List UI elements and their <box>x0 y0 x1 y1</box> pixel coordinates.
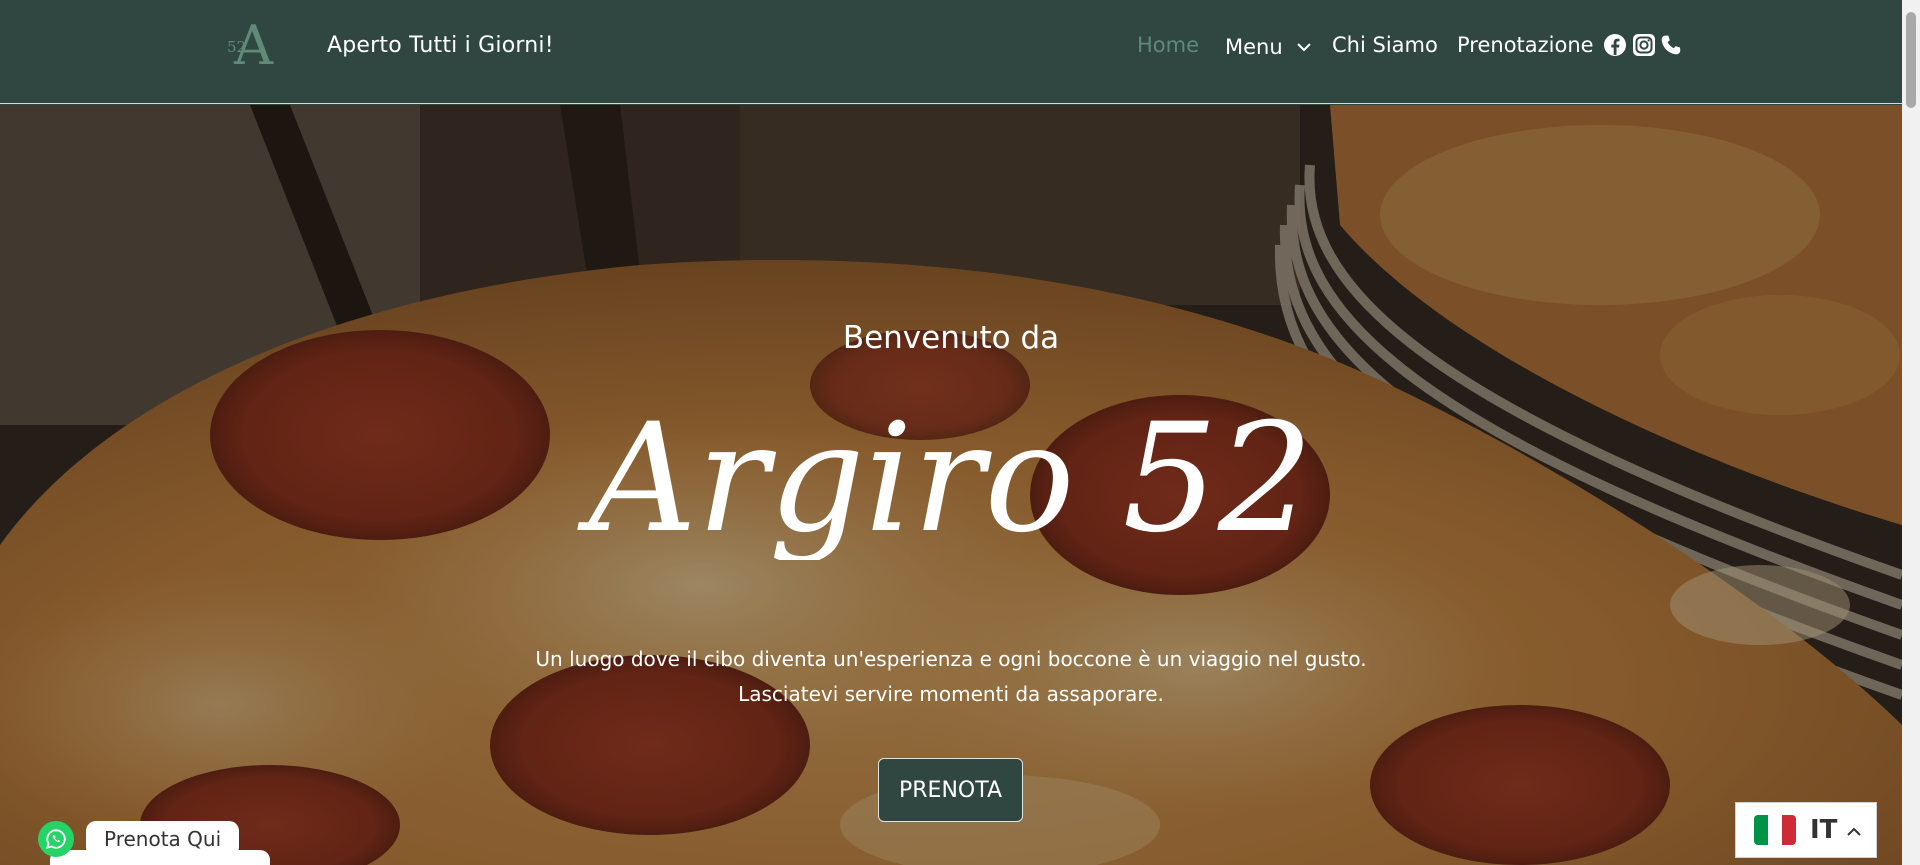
whatsapp-label[interactable]: Prenota Qui <box>86 821 240 857</box>
hero-title: Argiro 52 <box>577 392 1314 560</box>
site-header: A 52 Aperto Tutti i Giorni! Home Menu Ch… <box>0 0 1902 104</box>
hero-subtitle: Benvenuto da <box>842 320 1060 356</box>
facebook-icon[interactable] <box>1603 33 1627 57</box>
instagram-icon[interactable] <box>1632 33 1656 57</box>
language-code: IT <box>1810 815 1838 845</box>
hero-section: Benvenuto da Argiro 52 Un luogo dove il … <box>0 105 1902 865</box>
chevron-up-icon <box>1847 821 1862 840</box>
logo[interactable]: A 52 <box>224 14 276 77</box>
nav-chi-siamo[interactable]: Chi Siamo <box>1332 33 1438 57</box>
hero-description-line: Lasciatevi servire momenti da assaporare… <box>738 682 1164 706</box>
nav-menu[interactable]: Menu <box>1225 33 1312 59</box>
svg-text:52: 52 <box>227 38 246 56</box>
phone-icon[interactable] <box>1659 33 1683 57</box>
whatsapp-icon[interactable] <box>38 821 74 857</box>
header-tagline: Aperto Tutti i Giorni! <box>327 33 554 58</box>
hero-description-line: Un luogo dove il cibo diventa un'esperie… <box>535 647 1367 671</box>
nav-prenotazione[interactable]: Prenotazione <box>1457 33 1594 57</box>
language-switcher[interactable]: IT <box>1735 802 1877 858</box>
page-scrollbar[interactable] <box>1902 0 1920 865</box>
hero-title-text: Argiro 52 <box>577 392 1314 560</box>
chevron-down-icon <box>1297 33 1312 57</box>
prenota-button[interactable]: PRENOTA <box>878 758 1023 822</box>
nav-home[interactable]: Home <box>1137 33 1199 57</box>
nav-menu-label: Menu <box>1225 35 1283 59</box>
italy-flag-icon <box>1754 815 1796 845</box>
hero-description: Un luogo dove il cibo diventa un'esperie… <box>0 642 1902 712</box>
scrollbar-thumb[interactable] <box>1906 12 1916 108</box>
